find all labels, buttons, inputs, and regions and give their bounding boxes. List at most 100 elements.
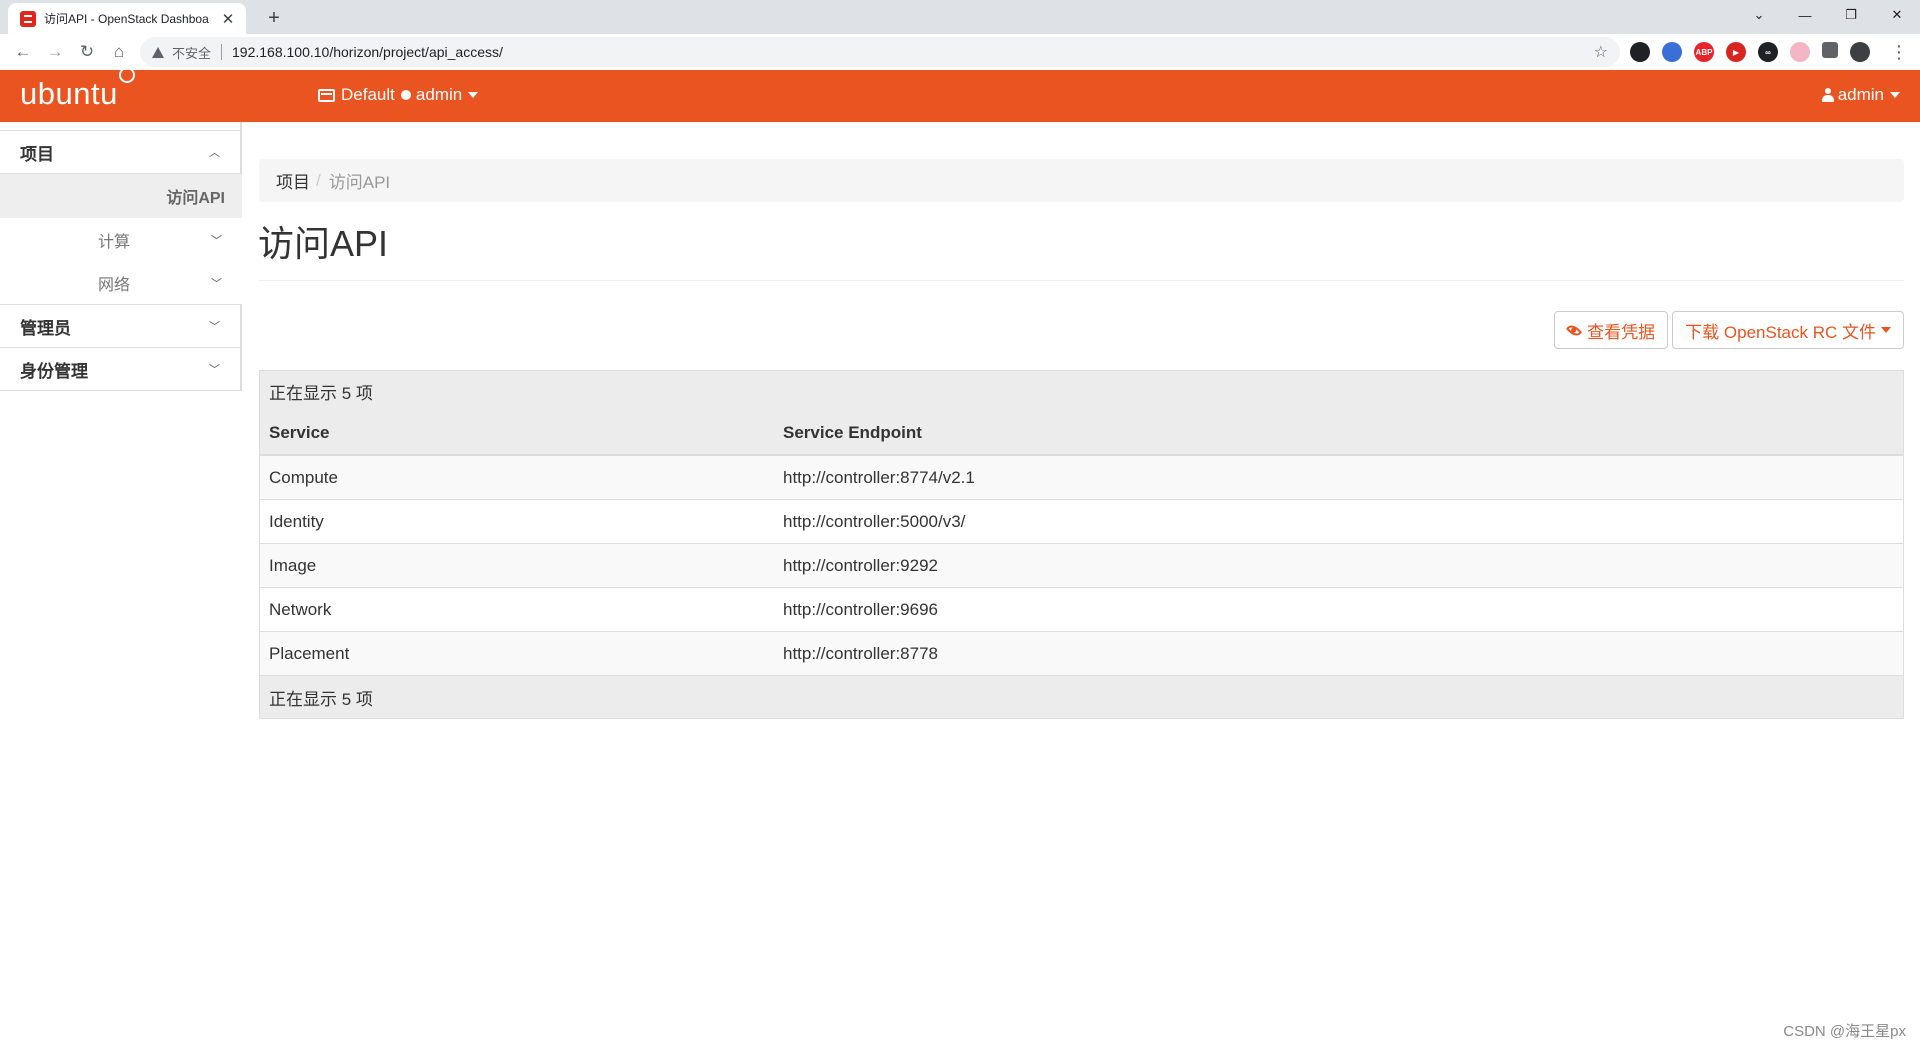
user-name: admin [1837, 85, 1884, 104]
endpoint-cell: http://controller:8774/v2.1 [783, 467, 975, 487]
breadcrumb: 项目 / 访问API [259, 159, 1904, 202]
warning-icon [152, 46, 164, 58]
sidebar-section-admin[interactable]: 管理员 ﹀ [0, 305, 242, 348]
sidebar-top-border [0, 122, 242, 131]
ext-4-icon[interactable]: ▶ [1726, 42, 1746, 62]
eye-icon [1566, 321, 1583, 339]
page-title: 访问API [258, 223, 389, 264]
sidebar-item-label: 计算 [98, 233, 131, 251]
sidebar-section-label: 管理员 [20, 318, 71, 338]
omnibox-divider [221, 44, 223, 60]
download-rc-file-button[interactable]: 下载 OpenStack RC 文件 [1672, 311, 1904, 349]
column-header-service[interactable]: Service [260, 423, 783, 443]
sidebar-item-api-access[interactable]: 访问API [0, 174, 242, 218]
project-name: admin [415, 85, 463, 104]
breadcrumb-item-project[interactable]: 项目 [276, 168, 310, 193]
profile-avatar[interactable] [1850, 42, 1870, 62]
browser-tab-title: 访问API - OpenStack Dashboa [44, 12, 209, 26]
extension-icons: ABP ▶ ∞ [1630, 42, 1870, 62]
sidebar-item-compute[interactable]: 计算 ﹀ [0, 218, 242, 261]
api-endpoints-table: 正在显示 5 项 Service Service Endpoint Comput… [259, 370, 1904, 719]
openstack-favicon-icon [20, 10, 36, 27]
chevron-up-icon: ︿ [209, 147, 220, 159]
table-row: Network http://controller:9696 [260, 588, 1903, 632]
ubuntu-circle-icon [118, 66, 135, 83]
tab-search-icon[interactable]: ⌄ [1736, 0, 1782, 30]
table-row: Compute http://controller:8774/v2.1 [260, 456, 1903, 500]
sidebar-section-project[interactable]: 项目 ︿ [0, 131, 242, 174]
sidebar-item-label: 访问API [166, 190, 225, 207]
browser-tab[interactable]: 访问API - OpenStack Dashboa ✕ [8, 3, 246, 34]
table-row: Placement http://controller:8778 [260, 632, 1903, 676]
caret-down-icon [1890, 92, 1900, 98]
list-alt-icon [318, 88, 335, 102]
column-header-endpoint[interactable]: Service Endpoint [783, 423, 1903, 443]
chevron-down-icon: ﹀ [211, 234, 222, 247]
project-context-dropdown[interactable]: Default admin [318, 85, 479, 105]
sidebar-item-network[interactable]: 网络 ﹀ [0, 261, 242, 305]
endpoint-cell: http://controller:5000/v3/ [783, 511, 966, 531]
close-window-icon[interactable]: ✕ [1874, 0, 1920, 30]
download-rc-file-label: 下载 OpenStack RC 文件 [1685, 322, 1876, 342]
chevron-down-icon: ﹀ [209, 321, 220, 333]
puzzle-icon[interactable] [1822, 42, 1838, 58]
service-cell: Compute [269, 467, 338, 487]
table-count-top: 正在显示 5 项 [260, 371, 1903, 411]
top-navbar: ubuntu Default admin admin [0, 66, 1920, 122]
close-tab-icon[interactable]: ✕ [218, 10, 238, 28]
endpoint-cell: http://controller:9292 [783, 555, 938, 575]
service-cell: Image [269, 555, 317, 575]
service-cell: Network [269, 599, 332, 619]
chevron-down-icon: ﹀ [209, 364, 220, 376]
service-cell: Identity [269, 511, 324, 531]
sidebar-section-label: 身份管理 [20, 361, 88, 381]
dot-separator-icon [400, 90, 411, 100]
url-text[interactable]: 192.168.100.10/horizon/project/api_acces… [232, 44, 503, 60]
table-row: Identity http://controller:5000/v3/ [260, 500, 1903, 544]
new-tab-button[interactable]: + [260, 4, 288, 32]
sidebar-item-label: 网络 [98, 276, 131, 294]
browser-tab-strip: 访问API - OpenStack Dashboa ✕ + ⌄ — ❐ ✕ [0, 0, 1920, 34]
sidebar-section-label: 项目 [20, 144, 54, 164]
breadcrumb-current: 访问API [328, 173, 391, 192]
brand-logo[interactable]: ubuntu [20, 66, 135, 112]
ext-1-icon[interactable] [1630, 42, 1650, 62]
address-bar[interactable]: 不安全 192.168.100.10/horizon/project/api_a… [140, 37, 1620, 67]
window-controls: ⌄ — ❐ ✕ [1736, 0, 1920, 30]
bookmark-star-icon[interactable]: ☆ [1594, 42, 1608, 62]
caret-down-icon [1881, 327, 1891, 333]
minimize-icon[interactable]: — [1782, 0, 1828, 30]
restore-icon[interactable]: ❐ [1828, 0, 1874, 30]
title-divider [259, 280, 1904, 281]
sidebar: 项目 ︿ 访问API 计算 ﹀ 网络 ﹀ 管理员 ﹀ 身份管理 ﹀ [0, 122, 242, 391]
back-arrow-icon[interactable]: ← [8, 37, 38, 67]
ext-2-icon[interactable] [1662, 42, 1682, 62]
user-dropdown[interactable]: admin [1821, 85, 1900, 105]
reload-icon[interactable]: ↻ [72, 37, 102, 67]
table-count-bottom: 正在显示 5 项 [260, 676, 1903, 718]
brand-text: ubuntu [20, 76, 118, 111]
home-icon[interactable]: ⌂ [104, 37, 134, 67]
endpoint-cell: http://controller:9696 [783, 599, 938, 619]
abp-icon[interactable]: ABP [1694, 42, 1714, 62]
domain-name: Default [341, 85, 395, 104]
view-credentials-button[interactable]: 查看凭据 [1554, 311, 1669, 349]
csdn-watermark: CSDN @海王星px [1783, 1023, 1906, 1040]
ext-5-icon[interactable]: ∞ [1758, 42, 1778, 62]
caret-down-icon [468, 92, 479, 98]
sidebar-section-identity[interactable]: 身份管理 ﹀ [0, 348, 242, 391]
breadcrumb-separator: / [316, 170, 321, 190]
forward-arrow-icon[interactable]: → [40, 37, 70, 67]
browser-toolbar: ← → ↻ ⌂ 不安全 192.168.100.10/horizon/proje… [0, 34, 1920, 71]
table-actions: 查看凭据 下载 OpenStack RC 文件 [1554, 311, 1904, 349]
ext-6-icon[interactable] [1790, 42, 1810, 62]
chevron-down-icon: ﹀ [211, 277, 222, 290]
insecure-label[interactable]: 不安全 [172, 43, 211, 62]
table-row: Image http://controller:9292 [260, 544, 1903, 588]
endpoint-cell: http://controller:8778 [783, 643, 938, 663]
user-icon [1821, 88, 1834, 102]
service-cell: Placement [269, 643, 350, 663]
browser-menu-icon[interactable]: ⋮ [1890, 42, 1908, 63]
view-credentials-label: 查看凭据 [1587, 322, 1656, 342]
table-header-row: Service Service Endpoint [260, 411, 1903, 456]
